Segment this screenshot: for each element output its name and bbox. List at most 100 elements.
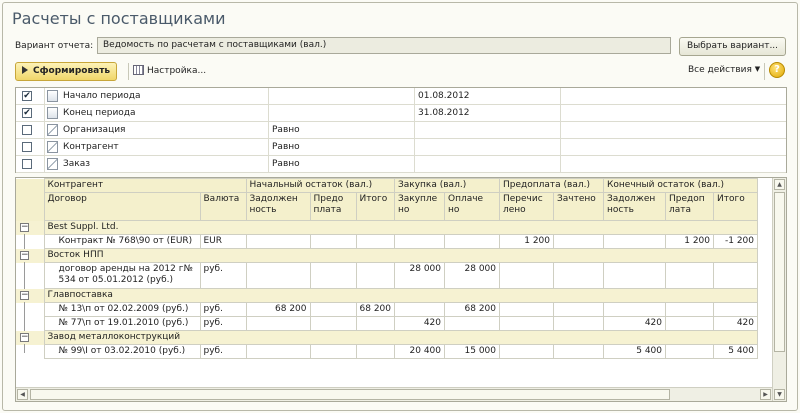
- scroll-right-icon[interactable]: ▶: [760, 389, 771, 400]
- cell-divider: [44, 139, 45, 155]
- value-cell: [245, 344, 311, 359]
- valuta-cell: руб.: [199, 344, 247, 359]
- header-cell: Зачтено: [553, 192, 604, 221]
- tree-line: [24, 316, 25, 331]
- table-row: № 77\п от 19.01.2010 (руб.) руб. 420 420…: [16, 316, 758, 331]
- setting-checkbox[interactable]: ✔: [22, 91, 32, 101]
- setting-checkbox[interactable]: ✔: [22, 108, 32, 118]
- scroll-thumb[interactable]: [30, 389, 670, 400]
- group-row: − Завод металлоконструкций: [16, 330, 758, 345]
- cell-divider: [268, 88, 269, 104]
- value-cell: [355, 262, 395, 289]
- value-cell: [499, 302, 554, 317]
- gutter-cell: −: [16, 220, 45, 235]
- value-cell: [665, 316, 714, 331]
- value-cell: [499, 316, 554, 331]
- settings-button[interactable]: Настройка...: [133, 65, 206, 76]
- table-row: договор аренды на 2012 г№ 534 от 05.01.2…: [16, 262, 758, 289]
- setting-label: Организация: [63, 125, 126, 135]
- cell-divider: [414, 156, 415, 172]
- value-cell: [603, 302, 666, 317]
- value-cell: 68 200: [444, 302, 500, 317]
- report-table: Контрагент Начальный остаток (вал.) Заку…: [16, 178, 758, 359]
- toolbar-separator: [128, 63, 129, 80]
- setting-checkbox[interactable]: [22, 159, 32, 169]
- all-actions-label: Все действия: [688, 65, 752, 75]
- header-nach: Начальный остаток (вал.): [245, 178, 395, 193]
- value-cell: 420: [713, 316, 758, 331]
- gutter-cell: [16, 262, 45, 289]
- tree-line: [24, 234, 25, 249]
- header-predoplata: Предоплата (вал.): [499, 178, 604, 193]
- scroll-left-icon[interactable]: ◀: [17, 389, 28, 400]
- all-actions-menu[interactable]: Все действия ▼: [688, 65, 760, 75]
- cell-divider: [44, 122, 45, 138]
- value-cell: 420: [394, 316, 445, 331]
- setting-value[interactable]: 01.08.2012: [418, 91, 470, 101]
- scroll-up-icon[interactable]: ▲: [774, 179, 785, 190]
- header-cell: Итого: [713, 192, 758, 221]
- header-kontragent: Контрагент: [43, 178, 247, 193]
- valuta-cell: руб.: [199, 316, 247, 331]
- dogovor-cell: № 13\п от 02.02.2009 (руб.): [43, 302, 201, 317]
- variant-field[interactable]: Ведомость по расчетам с поставщиками (ва…: [97, 37, 671, 54]
- report-spreadsheet[interactable]: Контрагент Начальный остаток (вал.) Заку…: [15, 177, 787, 402]
- value-cell: 5 400: [713, 344, 758, 359]
- value-cell: [309, 234, 357, 249]
- collapse-icon[interactable]: −: [20, 250, 29, 260]
- setting-comparison[interactable]: Равно: [272, 159, 300, 169]
- value-cell: [713, 262, 758, 289]
- toolbar-separator: [764, 63, 765, 80]
- cell-divider: [44, 105, 45, 121]
- value-cell: [245, 316, 311, 331]
- header-row: Контрагент Начальный остаток (вал.) Заку…: [16, 178, 758, 193]
- collapse-icon[interactable]: −: [20, 290, 29, 300]
- header-cell: Закупле но: [394, 192, 445, 221]
- cell-divider: [560, 156, 561, 172]
- scroll-thumb[interactable]: [774, 192, 785, 352]
- value-cell: [355, 234, 395, 249]
- horizontal-scrollbar[interactable]: ◀ ▶: [16, 387, 772, 401]
- value-cell: 20 400: [394, 344, 445, 359]
- value-cell: [603, 234, 666, 249]
- scroll-down-icon[interactable]: ▼: [774, 389, 785, 400]
- setting-checkbox[interactable]: [22, 125, 32, 135]
- collapse-icon[interactable]: −: [20, 222, 29, 232]
- group-row: − Best Suppl. Ltd.: [16, 220, 758, 235]
- dogovor-cell: № 99\I от 03.02.2010 (руб.): [43, 344, 201, 359]
- group-name: Главпоставка: [43, 288, 758, 303]
- gutter-cell: [16, 234, 45, 249]
- generate-report-button[interactable]: Сформировать: [15, 62, 118, 81]
- value-cell: [309, 316, 357, 331]
- collapse-icon[interactable]: −: [20, 332, 29, 342]
- group-name: Завод металлоконструкций: [43, 330, 758, 345]
- help-icon[interactable]: ?: [769, 62, 785, 78]
- value-cell: [245, 234, 311, 249]
- value-cell: 5 400: [603, 344, 666, 359]
- header-cell: Итого: [355, 192, 395, 221]
- settings-row: Организация Равно: [16, 122, 786, 139]
- header-cell: Задолжен ность: [603, 192, 666, 221]
- valuta-cell: руб.: [199, 302, 247, 317]
- setting-comparison[interactable]: Равно: [272, 125, 300, 135]
- value-cell: 1 200: [499, 234, 554, 249]
- vertical-scrollbar[interactable]: ▲ ▼: [772, 178, 786, 401]
- settings-row: Заказ Равно: [16, 156, 786, 173]
- setting-value[interactable]: 31.08.2012: [418, 108, 470, 118]
- value-cell: [553, 234, 604, 249]
- window-title: Расчеты с поставщиками: [12, 9, 226, 28]
- setting-checkbox[interactable]: [22, 142, 32, 152]
- group-name: Best Suppl. Ltd.: [43, 220, 758, 235]
- choose-variant-button[interactable]: Выбрать вариант...: [679, 37, 786, 56]
- header-valuta: Валюта: [199, 192, 247, 221]
- tree-line: [24, 262, 25, 289]
- value-cell: [665, 302, 714, 317]
- group-name: Восток НПП: [43, 248, 758, 263]
- cell-divider: [268, 122, 269, 138]
- cell-divider: [44, 88, 45, 104]
- value-cell: [553, 316, 604, 331]
- table-row: № 99\I от 03.02.2010 (руб.) руб. 20 400 …: [16, 344, 758, 359]
- setting-comparison[interactable]: Равно: [272, 142, 300, 152]
- settings-grid: ✔ Начало периода 01.08.2012 ✔ Конец пери…: [15, 87, 787, 173]
- group-row: − Главпоставка: [16, 288, 758, 303]
